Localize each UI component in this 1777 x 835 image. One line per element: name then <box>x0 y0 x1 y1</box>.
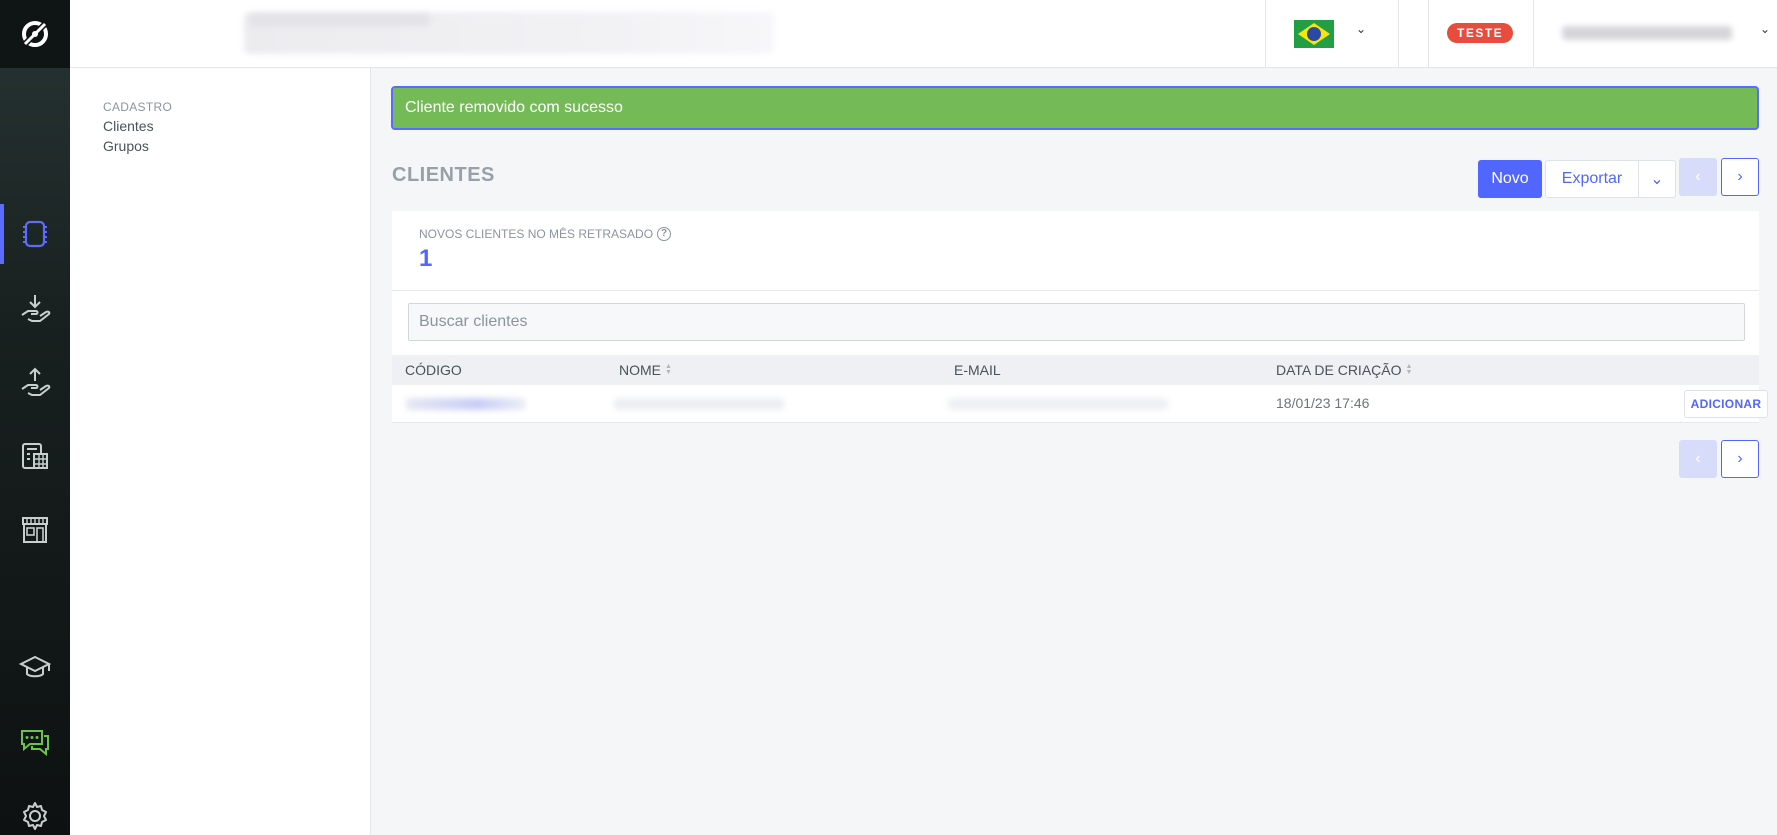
store-icon <box>22 517 48 543</box>
gear-icon <box>23 802 47 830</box>
search-bar <box>392 291 1759 355</box>
help-icon[interactable]: ? <box>657 227 672 241</box>
graduation-cap-icon <box>18 655 52 678</box>
rail-item-calculator[interactable] <box>0 426 70 486</box>
table-row[interactable]: 18/01/23 17:46 ADICIONAR <box>392 385 1768 423</box>
brazil-flag-icon[interactable] <box>1294 20 1334 48</box>
table-header: CÓDIGO NOME ▲ ▼ E-MAIL DATA DE CRIAÇÃO ▲ ▼ <box>392 355 1759 385</box>
sidebar-section-title: CADASTRO <box>103 100 173 114</box>
rail-item-academy[interactable] <box>0 638 70 698</box>
header-divider <box>1265 0 1266 68</box>
pagination-prev-button[interactable]: ‹ <box>1679 158 1717 196</box>
new-client-button[interactable]: Novo <box>1478 160 1542 198</box>
chat-icon <box>21 730 49 757</box>
pagination-bottom-next-button[interactable]: › <box>1721 440 1759 478</box>
export-options-chevron-down-icon[interactable]: ⌄ <box>1638 160 1676 198</box>
codigo-redacted <box>406 398 526 410</box>
column-header-codigo[interactable]: CÓDIGO <box>405 362 462 378</box>
rail-item-settings[interactable] <box>0 786 70 835</box>
environment-badge: TESTE <box>1447 23 1514 43</box>
sidebar-item-clientes[interactable]: Clientes <box>103 118 154 134</box>
register-icon <box>23 220 47 248</box>
column-header-nome[interactable]: NOME ▲ ▼ <box>619 362 672 378</box>
main-rail <box>0 0 70 835</box>
company-name-redacted <box>250 14 430 26</box>
header-divider <box>1398 0 1399 68</box>
rail-item-receive[interactable] <box>0 278 70 338</box>
column-header-data-criacao[interactable]: DATA DE CRIAÇÃO ▲ ▼ <box>1276 362 1412 378</box>
logo-icon <box>19 18 51 50</box>
page-title: CLIENTES <box>392 164 495 186</box>
sort-icon: ▲ ▼ <box>1405 363 1413 376</box>
user-name-redacted[interactable] <box>1562 26 1732 40</box>
created-at: 18/01/23 17:46 <box>1276 395 1370 411</box>
stats-value: 1 <box>419 245 433 272</box>
column-header-email[interactable]: E-MAIL <box>954 362 1001 378</box>
stats-label: NOVOS CLIENTES NO MÊS RETRASADO <box>419 227 654 241</box>
top-header: ⌄ TESTE ⌄ <box>70 0 1777 68</box>
rail-item-store[interactable] <box>0 500 70 560</box>
column-header-label: E-MAIL <box>954 362 1001 378</box>
send-icon <box>21 367 51 396</box>
header-divider <box>1533 0 1534 68</box>
calculator-icon <box>22 443 48 469</box>
column-header-label: CÓDIGO <box>405 362 462 378</box>
add-button[interactable]: ADICIONAR <box>1684 390 1768 418</box>
main-content: Cliente removido com sucesso CLIENTES No… <box>371 68 1777 835</box>
nome-redacted <box>614 398 784 410</box>
header-divider <box>1428 0 1429 68</box>
rail-item-register[interactable] <box>0 204 70 264</box>
user-menu-chevron-down-icon[interactable]: ⌄ <box>1760 22 1770 36</box>
search-input[interactable] <box>408 303 1745 341</box>
rail-item-chat[interactable] <box>0 712 70 772</box>
stats-label-wrap: NOVOS CLIENTES NO MÊS RETRASADO ? <box>419 227 672 241</box>
pagination-next-button[interactable]: › <box>1721 158 1759 196</box>
column-header-label: DATA DE CRIAÇÃO <box>1276 362 1402 378</box>
export-button[interactable]: Exportar <box>1545 160 1639 198</box>
receive-icon <box>21 295 51 322</box>
email-redacted <box>948 398 1168 410</box>
column-header-label: NOME <box>619 362 661 378</box>
language-chevron-down-icon[interactable]: ⌄ <box>1356 22 1366 36</box>
stats-card: NOVOS CLIENTES NO MÊS RETRASADO ? 1 <box>392 211 1759 291</box>
section-sidebar: CADASTRO Clientes Grupos <box>70 68 371 835</box>
logo[interactable] <box>0 0 70 68</box>
pagination-bottom-prev-button[interactable]: ‹ <box>1679 440 1717 478</box>
sort-icon: ▲ ▼ <box>665 363 672 376</box>
success-alert: Cliente removido com sucesso <box>391 86 1759 130</box>
rail-item-send[interactable] <box>0 352 70 412</box>
sidebar-item-grupos[interactable]: Grupos <box>103 138 149 154</box>
